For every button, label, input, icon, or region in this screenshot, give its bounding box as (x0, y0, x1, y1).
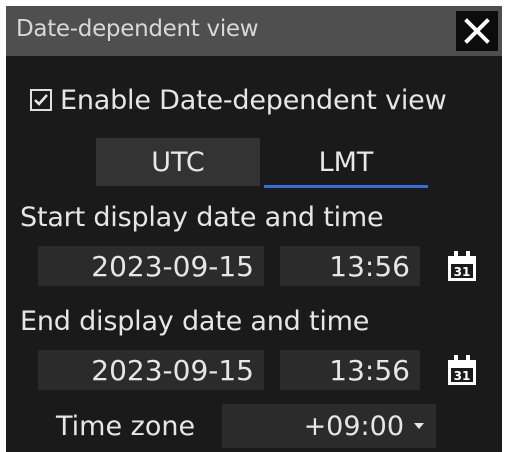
svg-text:31: 31 (454, 369, 471, 383)
close-button[interactable] (456, 11, 498, 51)
start-calendar-button[interactable]: 31 (442, 246, 482, 286)
svg-text:31: 31 (454, 265, 471, 279)
start-time-field[interactable]: 13:56 (280, 246, 420, 286)
start-label: Start display date and time (20, 202, 384, 233)
time-reference-tabs: UTC LMT (96, 138, 436, 188)
enable-checkbox[interactable] (30, 89, 52, 111)
title-bar: Date-dependent view (6, 6, 502, 56)
timezone-select[interactable]: +09:00 (222, 404, 436, 448)
calendar-icon: 31 (448, 251, 476, 281)
checkmark-icon (34, 94, 48, 106)
end-time-field[interactable]: 13:56 (280, 350, 420, 390)
enable-row[interactable]: Enable Date-dependent view (30, 82, 447, 118)
start-date-field[interactable]: 2023-09-15 (38, 246, 264, 286)
tab-utc[interactable]: UTC (96, 138, 260, 186)
dropdown-arrow-icon (414, 423, 424, 429)
tab-lmt-active-indicator (264, 185, 428, 188)
timezone-label: Time zone (56, 411, 196, 442)
enable-label: Enable Date-dependent view (60, 84, 447, 116)
end-label: End display date and time (20, 306, 370, 337)
timezone-value: +09:00 (303, 410, 404, 442)
date-dependent-view-dialog: Date-dependent view Enable Date-dependen… (6, 6, 502, 452)
end-date-field[interactable]: 2023-09-15 (38, 350, 264, 390)
tab-lmt[interactable]: LMT (264, 138, 428, 186)
calendar-icon: 31 (448, 355, 476, 385)
end-calendar-button[interactable]: 31 (442, 350, 482, 390)
dialog-title: Date-dependent view (16, 16, 259, 42)
close-icon (464, 18, 490, 44)
